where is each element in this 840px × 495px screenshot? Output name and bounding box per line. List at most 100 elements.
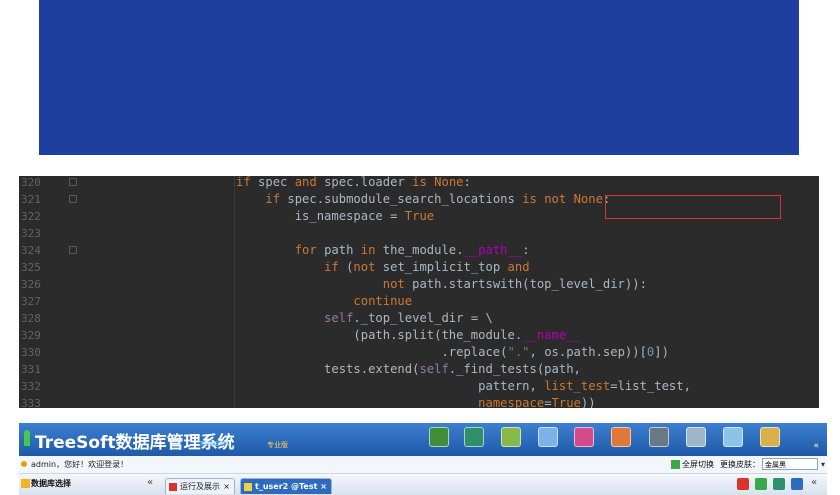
- code-token: self: [419, 362, 449, 376]
- document-icon[interactable]: [538, 427, 558, 447]
- code-line[interactable]: 326 not path.startswith(top_level_dir)):: [19, 276, 819, 293]
- code-token: if: [324, 260, 347, 274]
- settings-icon[interactable]: [760, 427, 780, 447]
- user-icon[interactable]: [649, 427, 669, 447]
- code-token: not: [382, 277, 413, 291]
- code-token: pattern,: [236, 379, 545, 393]
- heart-icon[interactable]: [611, 427, 631, 447]
- line-number: 328: [21, 312, 41, 325]
- collapse-header-icon[interactable]: «: [813, 441, 819, 451]
- line-number: 324: [21, 244, 41, 257]
- code-token: continue: [353, 294, 413, 308]
- code-token: self: [324, 311, 354, 325]
- code-token: spec.loader: [324, 176, 413, 189]
- code-token: path: [324, 243, 361, 257]
- tools-icon[interactable]: [686, 427, 706, 447]
- code-token: and: [294, 176, 325, 189]
- user-status-icon: [21, 461, 27, 467]
- collapse-right-icon[interactable]: «: [811, 477, 817, 488]
- home-icon: [169, 483, 177, 491]
- highlight-box: [605, 195, 781, 219]
- code-line[interactable]: 332 pattern, list_test=list_test,: [19, 378, 819, 395]
- app-version: 专业版: [267, 441, 288, 449]
- fold-icon[interactable]: [69, 195, 77, 203]
- chevron-down-icon[interactable]: ▾: [821, 456, 825, 473]
- treesoft-app: TreeSoft数据库管理系统 TreeDMS 专业版 « admin，您好！欢…: [19, 423, 827, 495]
- tree-logo-icon: [24, 430, 30, 446]
- code-token: =list_test,: [610, 379, 691, 393]
- code-token: set_implicit_top: [382, 260, 508, 274]
- home-icon[interactable]: [737, 478, 749, 490]
- code-token: )): [580, 396, 596, 408]
- code-token: is: [412, 176, 435, 189]
- refresh-icon[interactable]: [773, 478, 785, 490]
- code-text: if spec.submodule_search_locations is no…: [236, 191, 610, 208]
- code-token: ]): [654, 345, 669, 359]
- line-number: 332: [21, 380, 41, 393]
- line-number: 322: [21, 210, 41, 223]
- code-text: not path.startswith(top_level_dir)):: [236, 276, 647, 293]
- edit-icon[interactable]: [501, 427, 521, 447]
- tab-label: 运行及展示: [180, 482, 220, 491]
- code-line[interactable]: 323: [19, 225, 819, 242]
- code-token: tests.extend(: [236, 362, 420, 376]
- fullscreen-icon[interactable]: [671, 460, 680, 469]
- code-token: the_module.: [382, 243, 464, 257]
- code-token: if: [265, 192, 288, 206]
- close-icon[interactable]: ×: [320, 479, 327, 494]
- calendar-icon[interactable]: [574, 427, 594, 447]
- code-token: None: [434, 176, 464, 189]
- code-token: and: [507, 260, 530, 274]
- collapse-left-icon[interactable]: «: [147, 477, 153, 488]
- skin-select[interactable]: 金属黑: [762, 458, 818, 470]
- code-text: namespace=True)): [236, 395, 596, 408]
- fullscreen-icon[interactable]: [755, 478, 767, 490]
- code-line[interactable]: 328 self._top_level_dir = \: [19, 310, 819, 327]
- tab-t-user2[interactable]: t_user2 @Test ×: [240, 478, 332, 494]
- code-line[interactable]: 325 if (not set_implicit_top and: [19, 259, 819, 276]
- clock-icon[interactable]: [429, 427, 449, 447]
- code-line[interactable]: 327 continue: [19, 293, 819, 310]
- code-line[interactable]: 329 (path.split(the_module.__name__: [19, 327, 819, 344]
- fullscreen-toggle[interactable]: 全屏切换: [682, 456, 714, 473]
- code-token: ".": [507, 345, 530, 359]
- code-token: (path.split(the_module.: [236, 328, 523, 342]
- code-text: (path.split(the_module.__name__: [236, 327, 581, 344]
- code-token: ._top_level_dir = \: [353, 311, 493, 325]
- code-token: None: [573, 192, 603, 206]
- database-icon: [21, 479, 30, 488]
- code-token: spec: [258, 176, 295, 189]
- code-line[interactable]: 333 namespace=True)): [19, 395, 819, 408]
- line-number: 327: [21, 295, 41, 308]
- info-bar: admin，您好！欢迎登录！ 全屏切换 更换皮肤： 金属黑 ▾: [19, 456, 827, 474]
- app-subtitle: TreeDMS: [199, 440, 230, 448]
- code-token: if: [236, 176, 259, 189]
- code-token: __name__: [522, 328, 581, 342]
- code-text: is_namespace = True: [236, 208, 434, 225]
- code-token: True: [404, 209, 435, 223]
- tab-run-display[interactable]: 运行及展示 ×: [165, 478, 235, 494]
- blue-banner: [39, 0, 799, 155]
- fold-icon[interactable]: [69, 178, 77, 186]
- code-token: __path__: [463, 243, 523, 257]
- code-line[interactable]: 324 for path in the_module.__path__:: [19, 242, 819, 259]
- code-line[interactable]: 331 tests.extend(self._find_tests(path,: [19, 361, 819, 378]
- help-icon[interactable]: [723, 427, 743, 447]
- code-token: spec.submodule_search_locations: [287, 192, 523, 206]
- close-icon[interactable]: ×: [223, 479, 230, 494]
- code-text: .replace(".", os.path.sep))[0]): [236, 344, 669, 361]
- code-token: True: [551, 396, 581, 408]
- window-icon[interactable]: [791, 478, 803, 490]
- fold-icon[interactable]: [69, 246, 77, 254]
- code-line[interactable]: 330 .replace(".", os.path.sep))[0]): [19, 344, 819, 361]
- code-line[interactable]: 320 if spec and spec.loader is None:: [19, 176, 819, 191]
- line-number: 326: [21, 278, 41, 291]
- transfer-icon[interactable]: [464, 427, 484, 447]
- code-token: , os.path.sep))[: [529, 345, 647, 359]
